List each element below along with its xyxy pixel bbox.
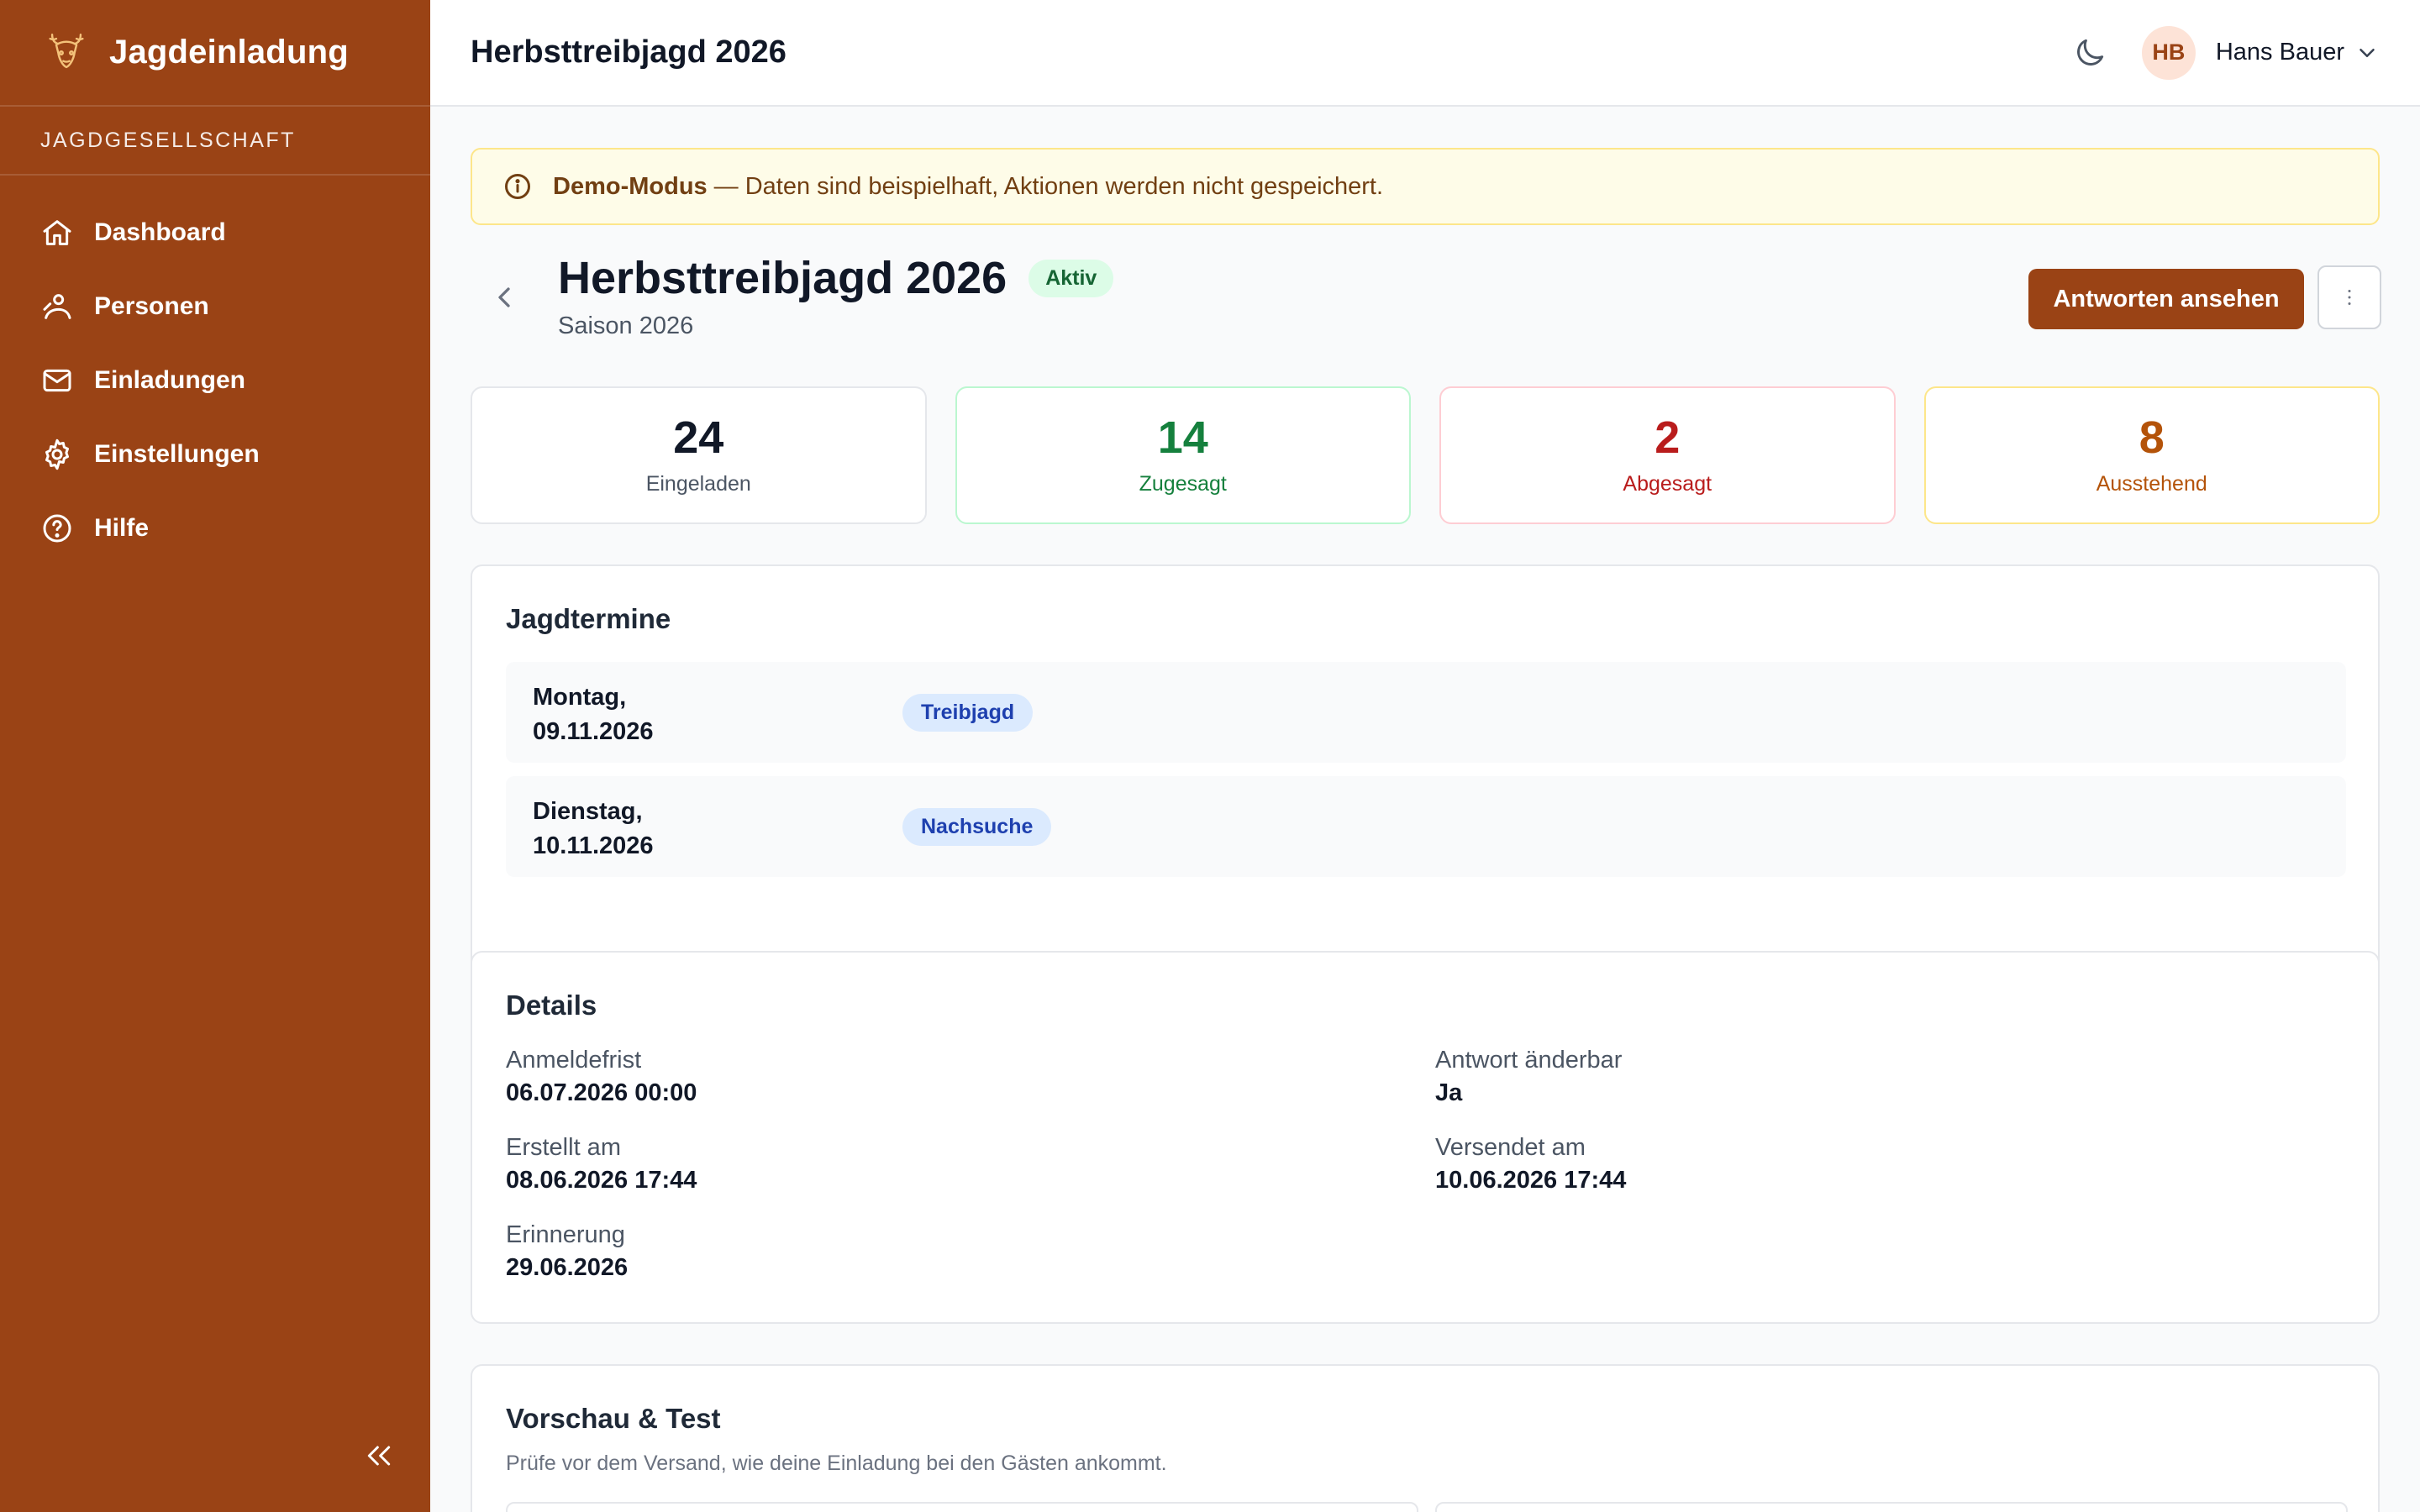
test-panel[interactable] xyxy=(1435,1502,2348,1512)
sidebar-item-personen[interactable]: Personen xyxy=(0,270,430,344)
detail-key: Versendet am xyxy=(1435,1134,1586,1161)
sidebar: Jagdeinladung JAGDGESELLSCHAFT Dashboard… xyxy=(0,0,430,1512)
stat-pending: 8 Ausstehend xyxy=(1923,386,2380,524)
stat-accepted: 14 Zugesagt xyxy=(955,386,1411,524)
detail-field: Erstellt am 08.06.2026 17:44 xyxy=(506,1134,697,1194)
detail-key: Erinnerung xyxy=(506,1221,625,1248)
termin-type-badge: Nachsuche xyxy=(902,808,1052,846)
gear-icon xyxy=(45,438,69,470)
page-title: Herbsttreibjagd 2026 xyxy=(471,34,786,70)
detail-field: Antwort änderbar Ja xyxy=(1435,1047,1622,1107)
status-badge: Aktiv xyxy=(1028,259,1114,297)
sidebar-item-hilfe[interactable]: Hilfe xyxy=(0,491,430,565)
user-menu[interactable]: HB Hans Bauer xyxy=(2141,25,2380,80)
stat-value: 8 xyxy=(2139,412,2165,463)
chevrons-left-icon xyxy=(367,1446,391,1466)
event-header: Herbsttreibjagd 2026 Aktiv xyxy=(558,252,1114,304)
home-icon xyxy=(43,220,71,245)
detail-value: Ja xyxy=(1435,1079,1463,1106)
stat-value: 24 xyxy=(673,412,724,463)
detail-value: 29.06.2026 xyxy=(506,1254,629,1281)
detail-value: 08.06.2026 17:44 xyxy=(506,1167,697,1194)
more-vertical-icon xyxy=(2348,290,2351,305)
main-content: Demo-Modus — Daten sind beispielhaft, Ak… xyxy=(471,148,2381,1512)
event-title: Herbsttreibjagd 2026 xyxy=(558,253,1007,303)
termin-day: Montag, xyxy=(533,684,627,711)
sidebar-item-einladungen[interactable]: Einladungen xyxy=(0,344,430,417)
detail-field: Erinnerung 29.06.2026 xyxy=(506,1221,628,1282)
termin-date-value: 09.11.2026 xyxy=(533,717,654,745)
sidebar-item-label: Einstellungen xyxy=(94,440,260,468)
section-title: Details xyxy=(506,990,597,1021)
mail-icon xyxy=(43,369,71,392)
demo-banner-strong: Demo-Modus xyxy=(553,172,708,200)
detail-value: 10.06.2026 17:44 xyxy=(1435,1167,1627,1194)
stat-declined: 2 Abgesagt xyxy=(1439,386,1896,524)
deer-logo-icon xyxy=(49,33,84,68)
detail-key: Erstellt am xyxy=(506,1134,621,1161)
view-responses-button[interactable]: Antworten ansehen xyxy=(2028,269,2304,329)
stat-value: 2 xyxy=(1655,412,1681,463)
detail-field: Anmeldefrist 06.07.2026 00:00 xyxy=(506,1047,697,1107)
stat-label: Abgesagt xyxy=(1623,471,1712,496)
people-icon xyxy=(43,294,71,319)
detail-key: Anmeldefrist xyxy=(506,1047,642,1074)
stat-label: Eingeladen xyxy=(645,471,751,496)
stat-label: Ausstehend xyxy=(2096,471,2207,496)
section-title: Vorschau & Test xyxy=(506,1403,721,1434)
collapse-sidebar-button[interactable] xyxy=(360,1436,398,1475)
sidebar-item-label: Personen xyxy=(94,292,209,320)
more-actions-button[interactable] xyxy=(2317,265,2381,329)
detail-field: Versendet am 10.06.2026 17:44 xyxy=(1435,1134,1626,1194)
stats-row: 24 Eingeladen 14 Zugesagt 2 Abgesagt 8 A… xyxy=(471,386,2380,524)
section-title: Jagdtermine xyxy=(506,603,671,634)
termin-type-badge: Treibjagd xyxy=(902,694,1034,732)
preview-panel[interactable] xyxy=(506,1502,1418,1512)
detail-key: Antwort änderbar xyxy=(1435,1047,1623,1074)
stat-label: Zugesagt xyxy=(1139,471,1227,496)
demo-banner-text: — Daten sind beispielhaft, Aktionen werd… xyxy=(713,172,1384,200)
list-item: Montag, 09.11.2026 Treibjagd xyxy=(506,662,2346,763)
moon-icon[interactable] xyxy=(2071,34,2108,71)
info-icon xyxy=(505,174,530,199)
termin-date: Montag, 09.11.2026 xyxy=(533,680,785,748)
sidebar-item-label: Dashboard xyxy=(94,218,226,246)
sidebar-item-einstellungen[interactable]: Einstellungen xyxy=(0,417,430,491)
list-item: Dienstag, 10.11.2026 Nachsuche xyxy=(506,776,2346,877)
help-icon xyxy=(43,514,71,543)
termin-day: Dienstag, xyxy=(533,798,643,825)
termin-date: Dienstag, 10.11.2026 xyxy=(533,795,785,863)
termin-date-value: 10.11.2026 xyxy=(533,832,654,859)
detail-value: 06.07.2026 00:00 xyxy=(506,1079,697,1106)
stat-invited: 24 Eingeladen xyxy=(471,386,927,524)
sidebar-item-label: Hilfe xyxy=(94,514,150,542)
sidebar-item-label: Einladungen xyxy=(94,366,245,394)
brand[interactable]: Jagdeinladung xyxy=(0,0,430,107)
details-card: Details Anmeldefrist 06.07.2026 00:00 An… xyxy=(471,951,2380,1324)
app-name: Jagdeinladung xyxy=(109,34,349,71)
section-subtitle: Prüfe vor dem Versand, wie deine Einladu… xyxy=(506,1452,1167,1475)
back-button[interactable] xyxy=(487,281,521,314)
demo-banner: Demo-Modus — Daten sind beispielhaft, Ak… xyxy=(471,148,2380,225)
sidebar-item-dashboard[interactable]: Dashboard xyxy=(0,196,430,270)
avatar: HB xyxy=(2141,25,2196,80)
user-name: Hans Bauer xyxy=(2215,39,2344,66)
event-season: Saison 2026 xyxy=(558,312,694,339)
topbar: Herbsttreibjagd 2026 HB Hans Bauer xyxy=(430,0,2420,107)
sidebar-nav: Dashboard Personen Einladungen Einstellu… xyxy=(0,176,430,565)
chevron-down-icon xyxy=(2360,48,2375,57)
org-label: JAGDGESELLSCHAFT xyxy=(0,107,430,176)
preview-card: Vorschau & Test Prüfe vor dem Versand, w… xyxy=(471,1364,2380,1512)
chevron-left-icon xyxy=(498,287,510,307)
stat-value: 14 xyxy=(1157,412,1208,463)
